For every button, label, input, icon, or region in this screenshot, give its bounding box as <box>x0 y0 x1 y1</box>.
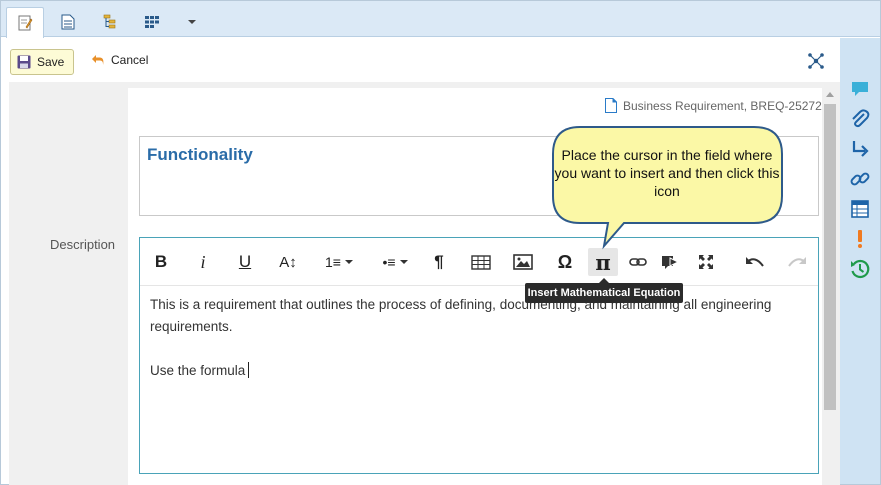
ordered-list-icon: 1≡ <box>325 254 341 270</box>
special-character-button[interactable]: Ω <box>553 248 577 276</box>
font-size-button[interactable]: A↕ <box>276 248 300 276</box>
callout-text: Place the cursor in the field where you … <box>554 147 780 199</box>
history-icon <box>851 259 870 279</box>
attachment-icon <box>852 109 870 128</box>
document-icon <box>61 14 75 30</box>
description-editor[interactable]: B i U A↕ 1≡ •≡ ¶ Ω π This is a requireme… <box>139 237 819 474</box>
formula-text: Use the formula <box>150 363 246 378</box>
unordered-list-button[interactable]: •≡ <box>372 248 418 276</box>
table-icon <box>851 200 869 218</box>
bold-icon: B <box>154 252 168 271</box>
chevron-down-icon <box>188 20 196 24</box>
instruction-callout: Place the cursor in the field where you … <box>552 126 783 250</box>
description-label: Description <box>50 237 116 252</box>
italic-button[interactable]: i <box>192 248 214 276</box>
document-icon <box>605 98 617 113</box>
unordered-list-icon: •≡ <box>382 254 396 270</box>
alert-icon <box>858 230 862 248</box>
formula-paragraph: Use the formula <box>150 360 810 382</box>
insert-math-equation-button[interactable]: π <box>588 248 618 276</box>
scroll-up-arrow[interactable] <box>826 92 834 97</box>
links-button[interactable] <box>849 168 871 190</box>
comments-button[interactable] <box>849 78 871 100</box>
trace-arrow-icon <box>852 141 869 157</box>
details-table-button[interactable] <box>849 198 871 220</box>
tab-grid[interactable] <box>133 7 171 37</box>
underline-button[interactable]: U <box>234 248 256 276</box>
tab-more-dropdown[interactable] <box>173 7 211 37</box>
history-button[interactable] <box>849 258 871 280</box>
chevron-down-icon <box>344 259 353 264</box>
comment-icon <box>852 82 868 96</box>
edit-page-icon <box>18 15 33 31</box>
embed-media-button[interactable] <box>658 248 682 276</box>
relationship-map-button[interactable] <box>807 52 825 73</box>
tab-tree[interactable] <box>91 7 129 37</box>
requirement-id-label: Business Requirement, BREQ-25272 <box>623 98 822 113</box>
table-button[interactable] <box>469 248 493 276</box>
link-icon <box>629 258 647 266</box>
undo-arrow-icon <box>92 55 104 65</box>
link-icon <box>850 172 870 186</box>
attachments-button[interactable] <box>849 108 871 130</box>
table-icon <box>471 254 491 270</box>
editor-content[interactable]: This is a requirement that outlines the … <box>150 294 810 382</box>
paragraph-button[interactable]: ¶ <box>427 248 451 276</box>
vertical-scrollbar[interactable] <box>822 88 838 485</box>
floppy-disk-icon <box>17 55 31 69</box>
tree-icon <box>103 14 116 29</box>
traces-button[interactable] <box>849 138 871 160</box>
network-icon <box>808 53 824 69</box>
italic-icon: i <box>200 251 206 272</box>
fullscreen-button[interactable] <box>694 248 718 276</box>
requirement-id-header: Business Requirement, BREQ-25272 <box>605 98 822 113</box>
scroll-thumb[interactable] <box>824 104 836 410</box>
text-cursor <box>248 362 250 378</box>
image-icon <box>513 254 533 270</box>
chevron-down-icon <box>399 259 408 264</box>
ordered-list-button[interactable]: 1≡ <box>316 248 362 276</box>
embed-icon <box>662 256 679 269</box>
right-sidebar <box>840 38 880 484</box>
redo-icon <box>788 257 806 267</box>
image-button[interactable] <box>511 248 535 276</box>
omega-icon: Ω <box>557 251 573 272</box>
save-button-label: Save <box>37 55 65 69</box>
link-button[interactable] <box>626 248 650 276</box>
grid-icon <box>145 16 159 28</box>
description-paragraph: This is a requirement that outlines the … <box>150 297 772 334</box>
paragraph-icon: ¶ <box>434 252 444 271</box>
cancel-button[interactable]: Cancel <box>91 53 148 67</box>
tab-edit[interactable] <box>6 7 44 38</box>
undo-icon <box>746 257 764 267</box>
requirement-title: Functionality <box>147 145 253 164</box>
undo-button[interactable] <box>743 248 767 276</box>
font-size-icon: A↕ <box>279 253 297 271</box>
pi-icon: π <box>595 249 611 275</box>
cancel-button-label: Cancel <box>111 53 149 67</box>
bold-button[interactable]: B <box>150 248 172 276</box>
fullscreen-icon <box>699 255 713 269</box>
underline-icon: U <box>238 252 252 271</box>
view-tab-strip <box>1 1 880 38</box>
alerts-button[interactable] <box>849 228 871 250</box>
redo-button[interactable] <box>785 248 809 276</box>
action-bar: Save Cancel <box>1 38 840 84</box>
tab-document[interactable] <box>49 7 87 37</box>
math-equation-tooltip: Insert Mathematical Equation <box>525 278 683 303</box>
save-button[interactable]: Save <box>10 49 74 75</box>
